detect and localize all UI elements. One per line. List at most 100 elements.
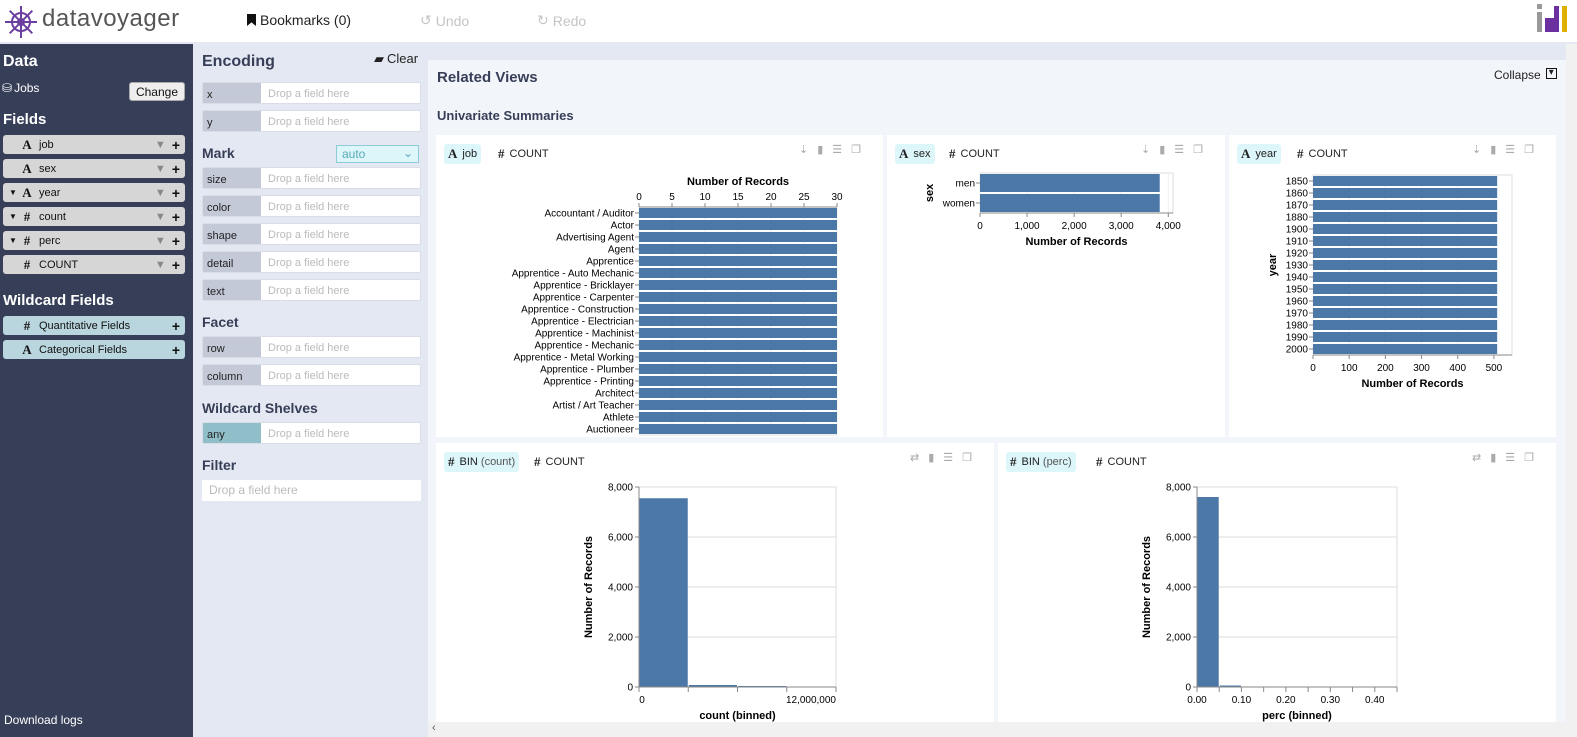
bar[interactable] — [639, 376, 837, 386]
bar[interactable] — [1313, 224, 1498, 234]
shelf-encoding-facet_channels-1[interactable]: column Drop a field here — [202, 364, 421, 386]
bar[interactable] — [1313, 344, 1498, 354]
shelf-encoding-mark_channels-1[interactable]: color Drop a field here — [202, 195, 421, 217]
shelf-encoding-mark_channels-3[interactable]: detail Drop a field here — [202, 251, 421, 273]
bar[interactable] — [639, 268, 837, 278]
bar[interactable] — [639, 340, 837, 350]
bar[interactable] — [639, 220, 837, 230]
bar[interactable] — [639, 328, 837, 338]
add-field-icon[interactable]: + — [172, 257, 180, 273]
bar[interactable] — [1313, 320, 1498, 330]
field-perc[interactable]: ▼ # perc ▼ + — [3, 231, 185, 250]
bar[interactable] — [639, 388, 837, 398]
mark-select[interactable]: auto ⌄ — [336, 145, 419, 163]
redo-button[interactable]: ↻ Redo — [537, 12, 586, 29]
add-field-icon[interactable]: + — [172, 185, 180, 201]
add-field-icon[interactable]: + — [172, 318, 180, 334]
drop-zone[interactable]: Drop a field here — [261, 365, 420, 385]
drop-zone[interactable]: Drop a field here — [261, 252, 420, 272]
undo-button[interactable]: ↺ Undo — [420, 12, 469, 29]
bar[interactable] — [639, 352, 837, 362]
field-job[interactable]: Ajob ▼ + — [3, 135, 185, 154]
drop-zone[interactable]: Drop a field here — [261, 168, 420, 188]
filter-drop-zone[interactable]: Drop a field here — [202, 480, 421, 501]
wildcard-field[interactable]: # Quantitative Fields + — [3, 316, 185, 335]
bar[interactable] — [1313, 296, 1498, 306]
bar[interactable] — [639, 412, 837, 422]
nominal-type-icon: A — [22, 160, 32, 176]
vertical-scrollbar[interactable] — [1566, 44, 1577, 737]
add-field-icon[interactable]: + — [172, 161, 180, 177]
bar[interactable] — [1313, 260, 1498, 270]
bar[interactable] — [639, 280, 837, 290]
bar[interactable] — [1313, 248, 1498, 258]
filter-icon[interactable]: ▼ — [155, 259, 166, 271]
tick-label: 4,000 — [1156, 221, 1181, 232]
filter-icon[interactable]: ▼ — [155, 139, 166, 151]
field-COUNT[interactable]: # COUNT ▼ + — [3, 255, 185, 274]
tick-label: 5 — [669, 192, 675, 203]
bar[interactable] — [1313, 332, 1498, 342]
bar[interactable] — [639, 292, 837, 302]
bar[interactable] — [639, 208, 837, 218]
bar[interactable] — [1313, 284, 1498, 294]
filter-icon[interactable]: ▼ — [155, 163, 166, 175]
shelf-encoding-channels-0[interactable]: x Drop a field here — [202, 82, 421, 104]
add-field-icon[interactable]: + — [172, 233, 180, 249]
caret-down-icon[interactable]: ▼ — [7, 188, 19, 197]
shelf-encoding-mark_channels-0[interactable]: size Drop a field here — [202, 167, 421, 189]
caret-down-icon[interactable]: ▼ — [7, 212, 19, 221]
field-year[interactable]: ▼ Ayear ▼ + — [3, 183, 185, 202]
filter-icon[interactable]: ▼ — [155, 235, 166, 247]
bookmarks-button[interactable]: Bookmarks (0) — [247, 12, 351, 28]
bar[interactable] — [1313, 212, 1498, 222]
histogram-bar[interactable] — [639, 498, 688, 687]
bar[interactable] — [1313, 188, 1498, 198]
bar[interactable] — [980, 194, 1160, 212]
drop-zone[interactable]: Drop a field here — [261, 224, 420, 244]
add-field-icon[interactable]: + — [172, 137, 180, 153]
drop-zone[interactable]: Drop a field here — [261, 83, 420, 103]
collapse-button[interactable]: Collapse ▾ — [1494, 68, 1557, 82]
bar[interactable] — [639, 232, 837, 242]
field-sex[interactable]: Asex ▼ + — [3, 159, 185, 178]
tick-label: 300 — [1413, 363, 1430, 374]
drop-zone[interactable]: Drop a field here — [261, 196, 420, 216]
drop-zone[interactable]: Drop a field here — [261, 280, 420, 300]
bar[interactable] — [1313, 236, 1498, 246]
drop-zone[interactable]: Drop a field here — [261, 111, 420, 131]
bar[interactable] — [639, 304, 837, 314]
category-label: Apprentice - Electrician — [531, 317, 634, 328]
filter-icon[interactable]: ▼ — [155, 211, 166, 223]
shelf-encoding-wildcard_channels-0[interactable]: any Drop a field here — [202, 422, 421, 444]
bar[interactable] — [639, 424, 837, 434]
filter-icon[interactable]: ▼ — [155, 187, 166, 199]
clear-button[interactable]: ▰ Clear — [374, 51, 418, 67]
bar[interactable] — [639, 364, 837, 374]
bar[interactable] — [1313, 272, 1498, 282]
shelf-encoding-mark_channels-4[interactable]: text Drop a field here — [202, 279, 421, 301]
bar[interactable] — [639, 316, 837, 326]
download-logs-link[interactable]: Download logs — [4, 713, 83, 727]
bar[interactable] — [1313, 200, 1498, 210]
shelf-encoding-mark_channels-2[interactable]: shape Drop a field here — [202, 223, 421, 245]
shelf-encoding-facet_channels-0[interactable]: row Drop a field here — [202, 336, 421, 358]
x-tick-label: 0.20 — [1276, 695, 1296, 706]
change-dataset-button[interactable]: Change — [129, 82, 185, 101]
add-field-icon[interactable]: + — [172, 209, 180, 225]
drop-zone[interactable]: Drop a field here — [261, 423, 420, 443]
bar[interactable] — [639, 400, 837, 410]
drop-zone[interactable]: Drop a field here — [261, 337, 420, 357]
wildcard-field[interactable]: A Categorical Fields + — [3, 340, 185, 359]
bar[interactable] — [1313, 176, 1498, 186]
bar[interactable] — [980, 174, 1160, 192]
horizontal-scrollbar[interactable]: ‹ — [428, 722, 1566, 737]
add-field-icon[interactable]: + — [172, 342, 180, 358]
bar[interactable] — [639, 244, 837, 254]
field-count[interactable]: ▼ # count ▼ + — [3, 207, 185, 226]
bar[interactable] — [639, 256, 837, 266]
caret-down-icon[interactable]: ▼ — [7, 236, 19, 245]
bar[interactable] — [1313, 308, 1498, 318]
shelf-encoding-channels-1[interactable]: y Drop a field here — [202, 110, 421, 132]
histogram-bar[interactable] — [1197, 497, 1219, 687]
